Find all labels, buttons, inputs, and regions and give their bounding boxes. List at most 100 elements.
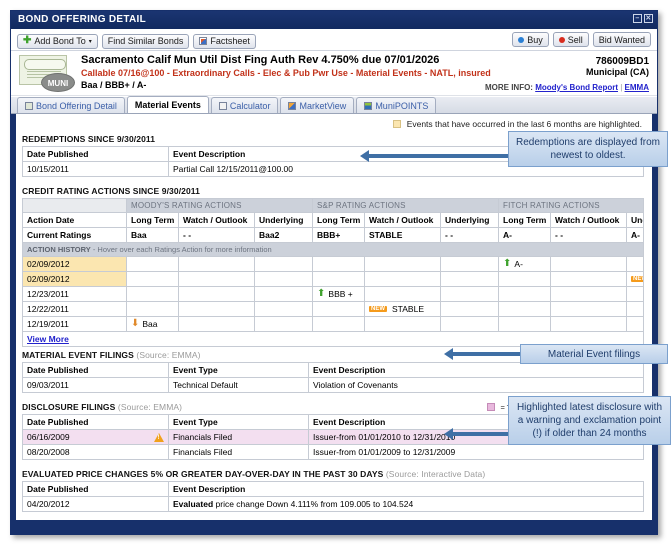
rating-value: A- [514, 259, 523, 269]
table-row[interactable]: 12/23/2011 ⬆BBB + [23, 287, 644, 302]
warning-icon [154, 433, 164, 442]
sell-dot-icon [559, 37, 565, 43]
cell-rating-action[interactable]: NEWA- [627, 272, 644, 287]
cell-rating: BBB+ [313, 228, 365, 243]
cell-rating-action [313, 317, 365, 332]
cell-event-description: Evaluated price change Down 4.111% from … [169, 497, 644, 512]
table-row[interactable]: 12/19/2011⬇Baa [23, 317, 644, 332]
window-titlebar: BOND OFFERING DETAIL – ✕ [11, 11, 657, 29]
cell-rating: - - [179, 228, 255, 243]
cell-rating-action [313, 302, 365, 317]
action-toolbar: ✚ Add Bond To ▾ Find Similar Bonds Facts… [11, 29, 657, 51]
bid-wanted-button[interactable]: Bid Wanted [593, 32, 651, 47]
table-row[interactable]: 04/20/2012 Evaluated price change Down 4… [23, 497, 644, 512]
cell-rating: - - [551, 228, 627, 243]
view-more-link[interactable]: View More [27, 334, 69, 344]
table-header-row: Date Published Event Type Event Descript… [23, 363, 644, 378]
cell-rating: A- [627, 228, 644, 243]
cell-rating-action [441, 317, 499, 332]
cell-action-date: 12/19/2011 [23, 317, 127, 332]
cell-rating-action [551, 257, 627, 272]
cell-current-ratings-label: Current Ratings [23, 228, 127, 243]
cell-rating-action [255, 287, 313, 302]
tab-label: Material Events [135, 100, 201, 110]
table-row[interactable]: 08/20/2008 Financials Filed Issuer-from … [23, 445, 644, 460]
emma-link[interactable]: EMMA [625, 83, 649, 92]
link-separator: | [620, 83, 622, 92]
table-row[interactable]: 09/03/2011 Technical Default Violation o… [23, 378, 644, 393]
column-header: Underlying [255, 213, 313, 228]
window-title: BOND OFFERING DETAIL [18, 14, 146, 25]
factsheet-icon [199, 37, 207, 45]
tab-material-events[interactable]: Material Events [127, 96, 209, 113]
callout-2-arrow-head [444, 348, 453, 360]
cell-rating: Baa [127, 228, 179, 243]
tab-marketview[interactable]: MarketView [280, 97, 354, 113]
highlight-legend: Events that have occurred in the last 6 … [22, 119, 642, 129]
cell-rating-action [499, 272, 551, 287]
group-header-blank [23, 199, 127, 213]
tab-bond-offering-detail[interactable]: Bond Offering Detail [17, 97, 125, 113]
cell-rating-action [127, 272, 179, 287]
bond-name: Sacramento Calif Mun Util Dist Fing Auth… [81, 54, 651, 66]
column-header: Watch / Outlook [365, 213, 441, 228]
cell-action-date: 12/23/2011 [23, 287, 127, 302]
cell-rating-action [127, 287, 179, 302]
cell-rating-action [441, 272, 499, 287]
bar-chart-icon [364, 102, 372, 110]
minimize-icon[interactable]: – [633, 14, 642, 23]
rating-value: BBB + [328, 289, 352, 299]
table-row[interactable]: 02/09/2012⬆A- [23, 257, 644, 272]
column-header: Date Published [23, 482, 169, 497]
tab-calculator[interactable]: Calculator [211, 97, 279, 113]
cell-rating-action [499, 302, 551, 317]
cell-rating-action [551, 272, 627, 287]
cell-rating-action [627, 287, 644, 302]
cell-rating-action[interactable]: ⬇Baa [127, 317, 179, 332]
table-row[interactable]: 12/22/2011NEWSTABLE [23, 302, 644, 317]
cell-rating-action [627, 302, 644, 317]
find-similar-bonds-button[interactable]: Find Similar Bonds [102, 34, 190, 49]
column-header: Long Term [499, 213, 551, 228]
cell-rating-action [365, 317, 441, 332]
callout-3-arrow-line [452, 432, 510, 436]
cell-rating: STABLE [365, 228, 441, 243]
callout-2-arrow-line [452, 352, 520, 356]
factsheet-button[interactable]: Factsheet [193, 34, 256, 49]
cell-event-type: Technical Default [169, 378, 309, 393]
arrow-up-icon: ⬆ [317, 290, 325, 298]
add-bond-to-button[interactable]: ✚ Add Bond To ▾ [17, 34, 98, 49]
cell-rating-action[interactable]: NEWSTABLE [365, 302, 441, 317]
cell-rating-action [255, 317, 313, 332]
cell-rating-action[interactable]: ⬆BBB + [313, 287, 365, 302]
material-events-panel: Events that have occurred in the last 6 … [11, 114, 657, 520]
section-title-text: EVALUATED PRICE CHANGES 5% OR GREATER DA… [22, 469, 383, 479]
add-bond-to-label: Add Bond To [34, 36, 85, 46]
sell-button[interactable]: Sell [553, 32, 589, 47]
cell-rating-action [551, 287, 627, 302]
callout-1-arrow-line [368, 154, 508, 158]
action-history-rows: 02/09/2012⬆A-02/09/2012NEWA-12/23/2011 ⬆B… [23, 257, 644, 332]
cell-rating-action [365, 287, 441, 302]
window-controls: – ✕ [633, 14, 653, 23]
close-icon[interactable]: ✕ [644, 14, 653, 23]
chevron-down-icon: ▾ [89, 38, 92, 45]
price-changes-table: Date Published Event Description 04/20/2… [22, 481, 644, 512]
muni-badge: MUNI [41, 73, 75, 92]
cell-event-type: Financials Filed [169, 430, 309, 445]
moodys-bond-report-link[interactable]: Moody's Bond Report [535, 83, 618, 92]
buy-button[interactable]: Buy [512, 32, 549, 47]
date-text: 06/16/2009 [27, 432, 70, 442]
muni-class-value: Municipal (CA) [586, 67, 649, 77]
section-source: (Source: EMMA) [136, 350, 200, 360]
cell-rating: - - [441, 228, 499, 243]
price-changes-section-title: EVALUATED PRICE CHANGES 5% OR GREATER DA… [22, 469, 644, 479]
table-row[interactable]: 02/09/2012NEWA- [23, 272, 644, 287]
tab-label: MuniPOINTS [375, 101, 428, 111]
table-header-row: Action Date Long Term Watch / Outlook Un… [23, 213, 644, 228]
material-event-filings-table: Date Published Event Type Event Descript… [22, 362, 644, 393]
buy-label: Buy [527, 35, 543, 45]
tab-munipoints[interactable]: MuniPOINTS [356, 97, 436, 113]
cell-rating-action[interactable]: ⬆A- [499, 257, 551, 272]
cell-event-description: Issuer-from 01/01/2009 to 12/31/2009 [309, 445, 644, 460]
